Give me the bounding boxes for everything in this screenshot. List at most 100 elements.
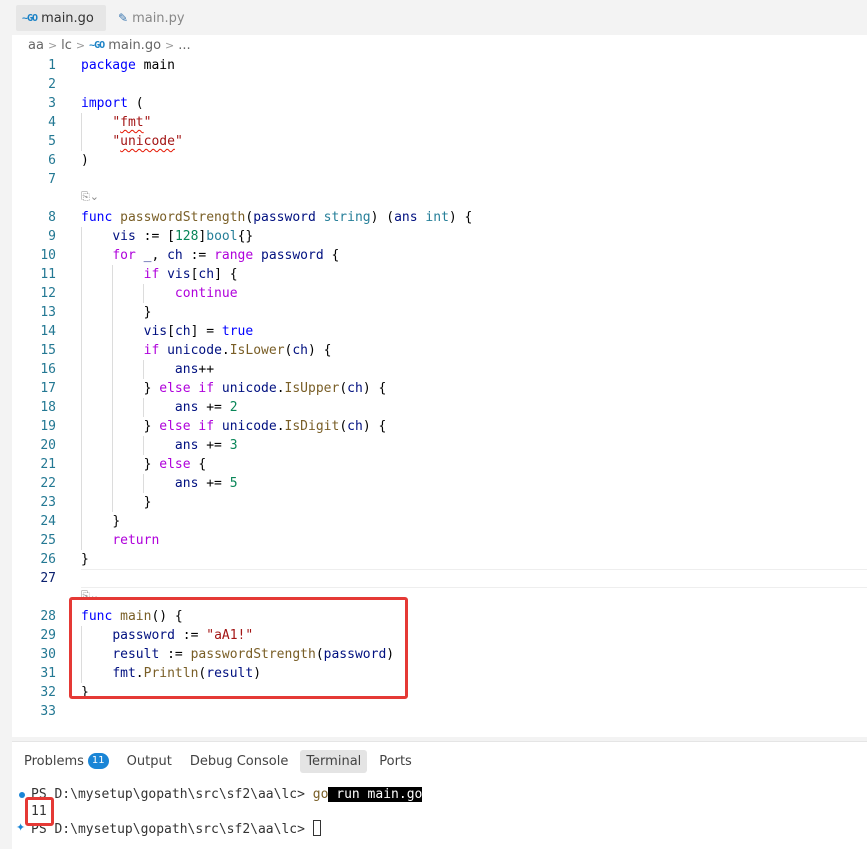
indent-guide xyxy=(143,284,145,303)
line-number: 29 xyxy=(40,628,56,643)
code-line[interactable]: 12 continue xyxy=(12,284,867,303)
chevron-right-icon: > xyxy=(165,38,175,52)
code-text: func passwordStrength(password string) (… xyxy=(81,210,473,225)
line-number: 20 xyxy=(40,438,56,453)
tab-main-go[interactable]: ~GO main.go xyxy=(16,5,106,31)
tab-label: Terminal xyxy=(306,753,362,769)
code-line[interactable]: 26} xyxy=(12,550,867,569)
line-number: 31 xyxy=(40,666,56,681)
line-number: 4 xyxy=(48,115,56,130)
python-file-icon: ✎ xyxy=(118,11,129,25)
code-line[interactable]: 10 for _, ch := range password { xyxy=(12,246,867,265)
command-status-dot-icon[interactable] xyxy=(19,792,25,798)
tab-problems[interactable]: Problems 11 xyxy=(18,749,115,773)
tab-label: Output xyxy=(126,753,172,769)
code-text: return xyxy=(112,533,160,548)
code-line[interactable]: 8 func passwordStrength(password string) … xyxy=(12,208,867,227)
line-number: 25 xyxy=(40,533,56,548)
line-number: 26 xyxy=(40,552,56,567)
code-text: ans += 3 xyxy=(174,438,238,453)
code-line[interactable]: 19 } else if unicode.IsDigit(ch) { xyxy=(12,417,867,436)
line-number: 13 xyxy=(40,305,56,320)
code-line[interactable]: 14 vis[ch] = true xyxy=(12,322,867,341)
terminal-line-1[interactable]: PS D:\mysetup\gopath\src\sf2\aa\lc> go r… xyxy=(31,786,423,804)
code-text: ans++ xyxy=(174,362,215,377)
line-number: 33 xyxy=(40,704,56,719)
code-line[interactable]: 23 } xyxy=(12,493,867,512)
code-text: ) xyxy=(81,153,89,168)
terminal-cursor xyxy=(312,820,321,836)
tab-label: main.go xyxy=(41,10,94,26)
sparkle-icon[interactable]: ✦ xyxy=(16,821,25,834)
tab-main-py[interactable]: ✎ main.py xyxy=(112,5,191,31)
tab-terminal[interactable]: Terminal xyxy=(300,749,368,773)
code-line[interactable]: 9 vis := [128]bool{} xyxy=(12,227,867,246)
code-line[interactable]: 33 xyxy=(12,702,867,721)
breadcrumb-item-file[interactable]: main.go xyxy=(108,38,161,53)
code-line[interactable]: 21 } else { xyxy=(12,455,867,474)
line-number: 19 xyxy=(40,419,56,434)
breadcrumb-item-lc[interactable]: lc xyxy=(61,38,72,53)
code-text: continue xyxy=(174,286,238,301)
line-number: 9 xyxy=(48,229,56,244)
code-text: } xyxy=(81,552,89,567)
code-text: } else if unicode.IsDigit(ch) { xyxy=(143,419,387,434)
code-line[interactable]: 17 } else if unicode.IsUpper(ch) { xyxy=(12,379,867,398)
indent-guide xyxy=(143,398,145,417)
go-file-icon: ~GO xyxy=(89,39,105,51)
line-number: 12 xyxy=(40,286,56,301)
code-line[interactable]: 6) xyxy=(12,151,867,170)
code-line[interactable]: 15 if unicode.IsLower(ch) { xyxy=(12,341,867,360)
code-text: } xyxy=(143,305,152,320)
code-line[interactable]: 1 package main xyxy=(12,56,867,75)
line-number: 11 xyxy=(40,267,56,282)
code-line[interactable]: 25 return xyxy=(12,531,867,550)
terminal-command-go: go xyxy=(312,787,329,802)
code-line[interactable]: 16 ans++ xyxy=(12,360,867,379)
line-number: 23 xyxy=(40,495,56,510)
line-number: 24 xyxy=(40,514,56,529)
code-line[interactable]: 5 "unicode" xyxy=(12,132,867,151)
panel-tab-bar: Problems 11 Output Debug Console Termina… xyxy=(12,746,418,776)
code-line[interactable]: 11 if vis[ch] { xyxy=(12,265,867,284)
indent-guide xyxy=(143,360,145,379)
terminal-line-3[interactable]: PS D:\mysetup\gopath\src\sf2\aa\lc> xyxy=(31,820,321,839)
code-text: vis := [128]bool{} xyxy=(112,229,254,244)
code-line[interactable]: 2 xyxy=(12,75,867,94)
code-line[interactable]: 3 import ( xyxy=(12,94,867,113)
line-number: 28 xyxy=(40,609,56,624)
code-text: } xyxy=(112,514,121,529)
indent-guide xyxy=(112,265,114,512)
tab-ports[interactable]: Ports xyxy=(373,750,418,773)
terminal-prompt: PS D:\mysetup\gopath\src\sf2\aa\lc> xyxy=(31,787,313,802)
indent-guide xyxy=(81,227,82,550)
code-text: for _, ch := range password { xyxy=(112,248,340,263)
tab-debug-console[interactable]: Debug Console xyxy=(184,750,295,773)
code-text: } else if unicode.IsUpper(ch) { xyxy=(143,381,387,396)
code-text: if unicode.IsLower(ch) { xyxy=(143,343,332,358)
tab-output[interactable]: Output xyxy=(121,750,178,773)
code-line[interactable]: 7 xyxy=(12,170,867,189)
line-number: 21 xyxy=(40,457,56,472)
code-line[interactable]: 4 "fmt" xyxy=(12,113,867,132)
breadcrumb-item-aa[interactable]: aa xyxy=(28,38,44,53)
code-line[interactable]: 20 ans += 3 xyxy=(12,436,867,455)
line-number: 27 xyxy=(40,571,56,586)
highlight-box-output xyxy=(25,797,54,826)
code-line[interactable]: 24 } xyxy=(12,512,867,531)
highlight-box-main-func xyxy=(69,597,408,699)
line-number: 6 xyxy=(48,153,56,168)
code-line[interactable]: 18 ans += 2 xyxy=(12,398,867,417)
breadcrumb: aa > lc > ~GO main.go > ... xyxy=(12,35,191,55)
line-number: 2 xyxy=(48,77,56,92)
code-text: import ( xyxy=(81,96,144,111)
code-line[interactable]: 27 xyxy=(12,569,867,588)
code-text: if vis[ch] { xyxy=(143,267,238,282)
tab-label: Ports xyxy=(379,753,412,769)
code-line[interactable]: 22 ans += 5 xyxy=(12,474,867,493)
code-lens[interactable]: ⎘⌄ xyxy=(81,190,99,206)
line-number: 32 xyxy=(40,685,56,700)
breadcrumb-item-symbol[interactable]: ... xyxy=(178,38,190,53)
indent-guide xyxy=(81,113,82,151)
code-line[interactable]: 13 } xyxy=(12,303,867,322)
